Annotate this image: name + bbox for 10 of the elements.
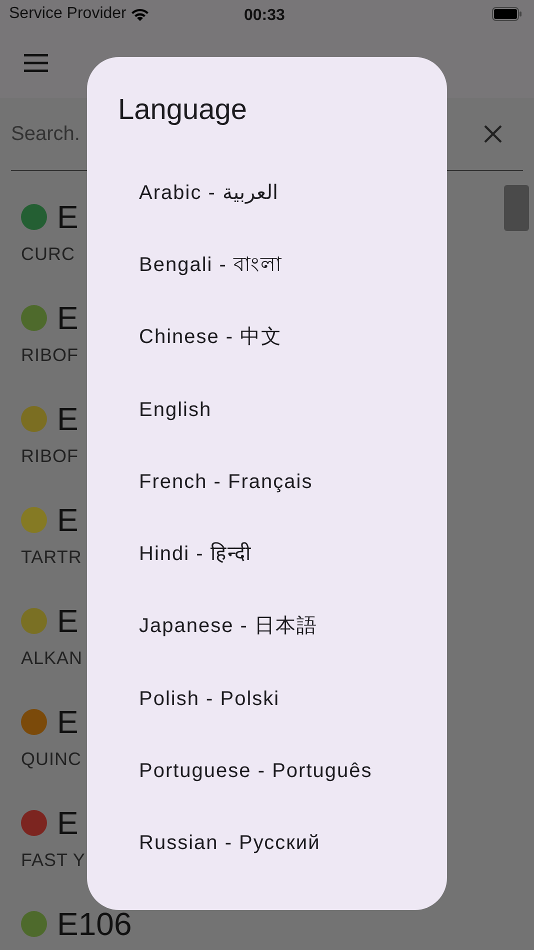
carrier-text: Service Provider [9,4,126,24]
additive-name: RIBOF [21,445,79,468]
additive-name: CURC [21,243,75,266]
additive-name: ALKAN [21,647,83,670]
additive-name: RIBOF [21,344,79,367]
dialog-title: Language [118,93,248,128]
additive-name: TARTR [21,546,82,569]
additive-name: FAST Y [21,849,86,872]
additive-name: QUINC [21,748,82,771]
clock-text: 00:33 [244,6,285,26]
